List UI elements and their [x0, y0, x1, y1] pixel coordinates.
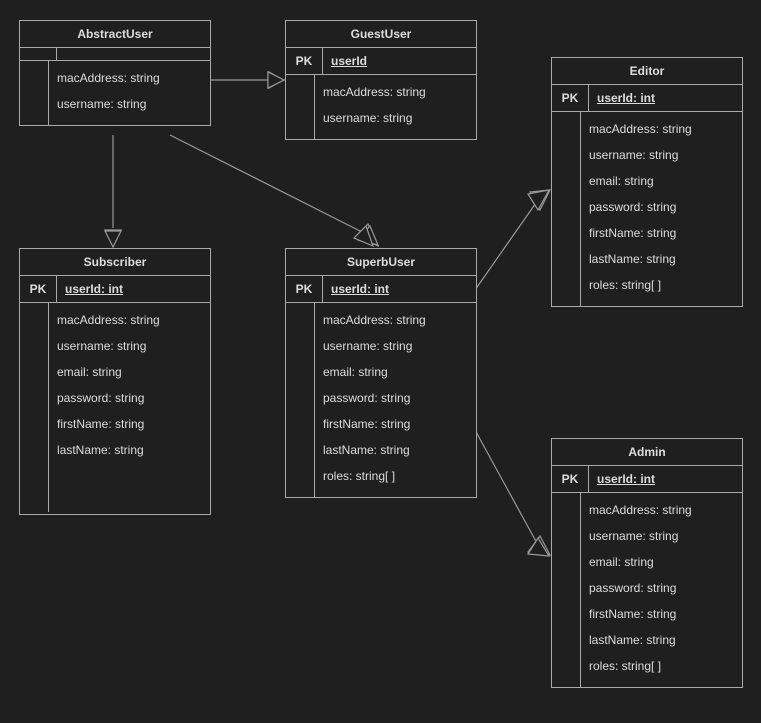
- entity-attr: username: string: [315, 105, 476, 131]
- pk-value: userId: [323, 48, 476, 74]
- entity-title: Admin: [552, 439, 742, 466]
- entity-attr: username: string: [315, 333, 476, 359]
- entity-attr: macAddress: string: [49, 307, 210, 333]
- pk-label: PK: [552, 85, 589, 111]
- pk-value: userId: int: [589, 466, 742, 492]
- entity-attr: roles: string[ ]: [581, 653, 742, 679]
- entity-attr: password: string: [315, 385, 476, 411]
- entity-attr: lastName: string: [49, 437, 210, 463]
- entity-attr: password: string: [581, 194, 742, 220]
- entity-attr: password: string: [49, 385, 210, 411]
- uml-canvas: AbstractUser macAddress: string username…: [0, 0, 761, 723]
- entity-attr: email: string: [581, 549, 742, 575]
- entity-attr: username: string: [49, 91, 210, 117]
- entity-attr: username: string: [581, 142, 742, 168]
- entity-attr: macAddress: string: [581, 116, 742, 142]
- entity-attrs: macAddress: string username: string emai…: [49, 303, 210, 512]
- entity-title: AbstractUser: [20, 21, 210, 48]
- entity-admin: Admin PK userId: int macAddress: string …: [551, 438, 743, 688]
- entity-attr: macAddress: string: [315, 307, 476, 333]
- pk-value: userId: int: [57, 276, 210, 302]
- entity-attr: firstName: string: [581, 601, 742, 627]
- entity-title: Editor: [552, 58, 742, 85]
- entity-superb-user: SuperbUser PK userId: int macAddress: st…: [285, 248, 477, 498]
- entity-attr: firstName: string: [315, 411, 476, 437]
- entity-attr: macAddress: string: [49, 65, 210, 91]
- entity-attrs: macAddress: string username: string emai…: [581, 112, 742, 306]
- entity-attr: email: string: [581, 168, 742, 194]
- entity-attr: firstName: string: [581, 220, 742, 246]
- entity-attrs: macAddress: string username: string emai…: [315, 303, 476, 497]
- entity-attr: email: string: [49, 359, 210, 385]
- entity-attr: lastName: string: [581, 246, 742, 272]
- entity-attr: username: string: [49, 333, 210, 359]
- entity-attrs: macAddress: string username: string: [49, 61, 210, 125]
- entity-attr: password: string: [581, 575, 742, 601]
- entity-guest-user: GuestUser PK userId macAddress: string u…: [285, 20, 477, 140]
- entity-title: SuperbUser: [286, 249, 476, 276]
- pk-label: PK: [286, 276, 323, 302]
- entity-attr: lastName: string: [581, 627, 742, 653]
- entity-title: Subscriber: [20, 249, 210, 276]
- entity-attr: macAddress: string: [581, 497, 742, 523]
- entity-attr: email: string: [315, 359, 476, 385]
- entity-attr: firstName: string: [49, 411, 210, 437]
- pk-value: [57, 48, 210, 60]
- pk-label: [20, 48, 57, 60]
- pk-value: userId: int: [323, 276, 476, 302]
- entity-editor: Editor PK userId: int macAddress: string…: [551, 57, 743, 307]
- entity-subscriber: Subscriber PK userId: int macAddress: st…: [19, 248, 211, 515]
- pk-label: PK: [20, 276, 57, 302]
- pk-label: PK: [552, 466, 589, 492]
- entity-attr: username: string: [581, 523, 742, 549]
- pk-label: PK: [286, 48, 323, 74]
- entity-attrs: macAddress: string username: string: [315, 75, 476, 139]
- entity-abstract-user: AbstractUser macAddress: string username…: [19, 20, 211, 126]
- entity-attr: roles: string[ ]: [581, 272, 742, 298]
- entity-attr: roles: string[ ]: [315, 463, 476, 489]
- entity-attr: lastName: string: [315, 437, 476, 463]
- entity-attr: macAddress: string: [315, 79, 476, 105]
- entity-attrs: macAddress: string username: string emai…: [581, 493, 742, 687]
- entity-title: GuestUser: [286, 21, 476, 48]
- pk-value: userId: int: [589, 85, 742, 111]
